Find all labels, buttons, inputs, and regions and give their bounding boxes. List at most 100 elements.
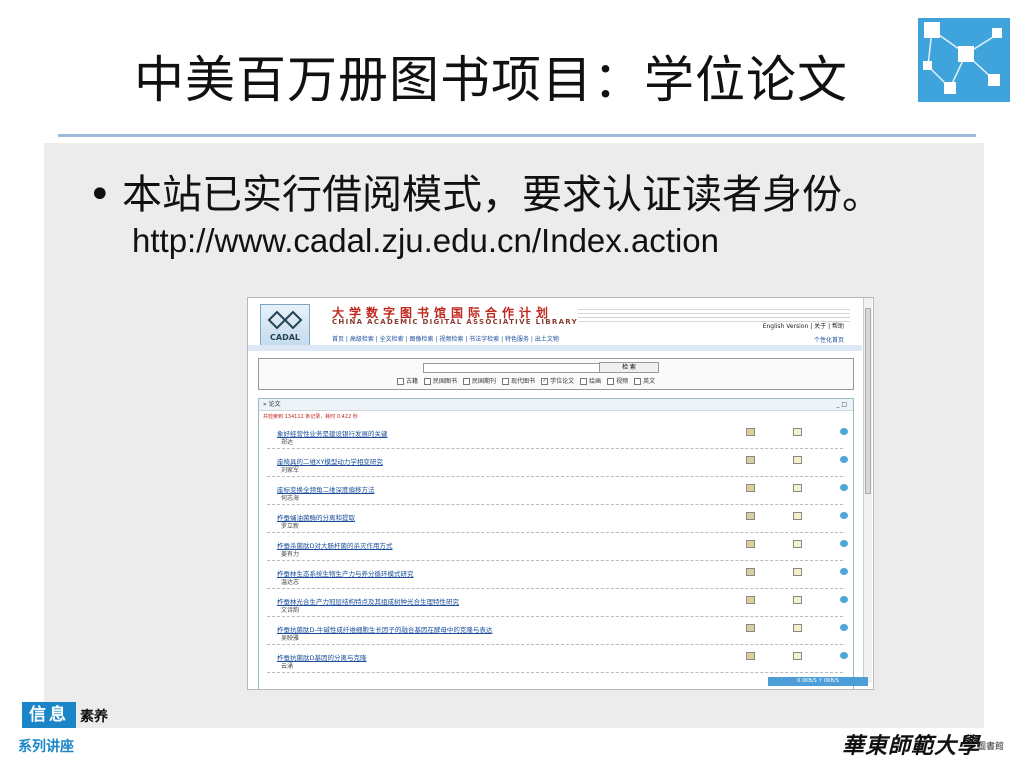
share-icon[interactable] [840,568,848,575]
read-icon[interactable] [793,428,802,436]
read-icon[interactable] [793,456,802,464]
share-icon[interactable] [840,624,848,631]
read-icon[interactable] [793,540,802,548]
download-status: 0.0KB/S ↑ 0KB/S [768,677,868,686]
type-filter[interactable]: 民国图书 [424,378,457,385]
slide-title: 中美百万册图书项目：学位论文 [134,51,848,109]
site-header: CADAL 大学数字图书馆国际合作计划 CHINA ACADEMIC DIGIT… [248,298,862,350]
bullet-label: 本站已实行借阅模式，要求认证读者身份。 [122,172,882,218]
type-filter[interactable]: ✓ 学位论文 [541,378,574,385]
type-checkbox[interactable] [580,378,588,385]
result-row: 柞蚕抗菌肽D基因的分离与克隆 云涌 [267,645,848,673]
share-icon[interactable] [840,456,848,463]
result-count: 共检索到 134112 条记录，耗时 0.422 秒 [263,414,358,420]
results-list: 象好经营性业务是建设银行发展的关键 郑达 座椅具的二维XY模型动力学相变研究 刘家军座… [259,421,853,673]
share-icon[interactable] [840,540,848,547]
type-filter[interactable]: 视频 [607,378,628,385]
personal-homepage-link[interactable]: 个性化首页 [814,335,844,344]
result-author: 郑达 [281,439,294,446]
site-nav[interactable]: 首页 | 高级检索 | 全文检索 | 图像检索 | 视频检索 | 书法字检索 |… [332,334,559,343]
result-title[interactable]: 柞蚕抗菌肽D-牛碱性成纤维细胞生长因子的融合基因在酵母中的克隆与表达 [277,624,492,634]
university-logo: 華東師範大學 [842,733,981,759]
share-icon[interactable] [840,596,848,603]
result-row: 柞蚕林光合生产力冠层结构特点及其组成树种光合生理特性研究 文诗韵 [267,589,848,617]
cadal-logo[interactable]: CADAL [260,304,310,346]
info-literacy-badge: 信息 [22,702,76,728]
header-stripes [578,306,850,322]
cadal-logo-icon [267,310,303,330]
result-author: 温达志 [281,579,300,586]
type-label: 民国图书 [433,378,458,385]
resource-type-filters: 古籍 民国图书 民国期刊 现代图书 ✓ 学位论文 绘画 视频 英文 [397,376,661,385]
result-author: 姜有力 [281,551,300,558]
edit-icon[interactable] [746,624,755,632]
results-header: » 论文 _ □ [259,399,853,411]
share-icon[interactable] [840,512,848,519]
cadal-logo-text: CADAL [270,333,300,342]
type-filter[interactable]: 绘画 [580,378,601,385]
result-author: 刘家军 [281,467,300,474]
title-divider [58,134,976,137]
edit-icon[interactable] [746,652,755,660]
scrollbar-thumb[interactable] [865,308,871,494]
type-label: 民国期刊 [472,378,497,385]
bullet-icon: • [88,172,112,218]
edit-icon[interactable] [746,596,755,604]
edit-icon[interactable] [746,568,755,576]
type-label: 英文 [643,378,656,385]
type-label: 现代图书 [511,378,536,385]
search-button[interactable]: 检 索 [599,362,659,373]
type-checkbox[interactable] [397,378,404,385]
type-checkbox[interactable] [607,378,615,385]
result-author: 何志海 [281,495,300,502]
read-icon[interactable] [793,568,802,576]
read-icon[interactable] [793,596,802,604]
bullet-text: • 本站已实行借阅模式，要求认证读者身份。 [88,162,882,220]
result-row: 柞蚕抗菌肽D-牛碱性成纤维细胞生长因子的融合基因在酵母中的克隆与表达 吴映雅 [267,617,848,645]
type-checkbox[interactable] [634,378,642,385]
result-row: 座标变换全频角二维深度偏移方法 何志海 [267,477,848,505]
network-graphic-icon [918,18,1010,102]
result-author: 罗立新 [281,523,300,530]
result-row: 象好经营性业务是建设银行发展的关键 郑达 [267,421,848,449]
result-title[interactable]: 象好经营性业务是建设银行发展的关键 [277,428,388,438]
type-label: 学位论文 [550,378,575,385]
results-panel: » 论文 _ □ 共检索到 134112 条记录，耗时 0.422 秒 象好经营… [258,398,854,689]
site-url[interactable]: http://www.cadal.zju.edu.cn/Index.action [132,222,719,260]
type-checkbox[interactable] [463,378,471,385]
share-icon[interactable] [840,484,848,491]
share-icon[interactable] [840,652,848,659]
edit-icon[interactable] [746,512,755,520]
panel-window-controls[interactable]: _ □ [836,399,847,410]
search-panel: 检 索 古籍 民国图书 民国期刊 现代图书 ✓ 学位论文 绘画 视频 英文 [258,358,854,390]
header-band [248,345,862,351]
library-name-en: CHINA ACADEMIC DIGITAL ASSOCIATIVE LIBRA… [332,318,578,326]
edit-icon[interactable] [746,484,755,492]
top-links[interactable]: English Version | 关于 | 帮助 [763,321,844,330]
read-icon[interactable] [793,652,802,660]
result-author: 云涌 [281,663,294,670]
type-filter[interactable]: 现代图书 [502,378,535,385]
type-checkbox[interactable] [502,378,510,385]
result-title[interactable]: 柞蚕林光合生产力冠层结构特点及其组成树种光合生理特性研究 [277,596,459,606]
type-label: 古籍 [406,378,419,385]
page-scrollbar[interactable] [863,298,872,683]
result-author: 吴映雅 [281,635,300,642]
read-icon[interactable] [793,624,802,632]
edit-icon[interactable] [746,456,755,464]
type-filter[interactable]: 民国期刊 [463,378,496,385]
type-label: 视频 [616,378,629,385]
type-checkbox[interactable]: ✓ [541,378,549,385]
share-icon[interactable] [840,428,848,435]
badge-suffix: 素养 [80,709,108,725]
read-icon[interactable] [793,484,802,492]
type-checkbox[interactable] [424,378,432,385]
read-icon[interactable] [793,512,802,520]
result-row: 柞蚕林生态系统生物生产力与养分循环模式研究 温达志 [267,561,848,589]
type-filter[interactable]: 英文 [634,378,655,385]
edit-icon[interactable] [746,540,755,548]
edit-icon[interactable] [746,428,755,436]
search-input[interactable] [423,363,601,373]
type-label: 绘画 [589,378,602,385]
type-filter[interactable]: 古籍 [397,378,418,385]
